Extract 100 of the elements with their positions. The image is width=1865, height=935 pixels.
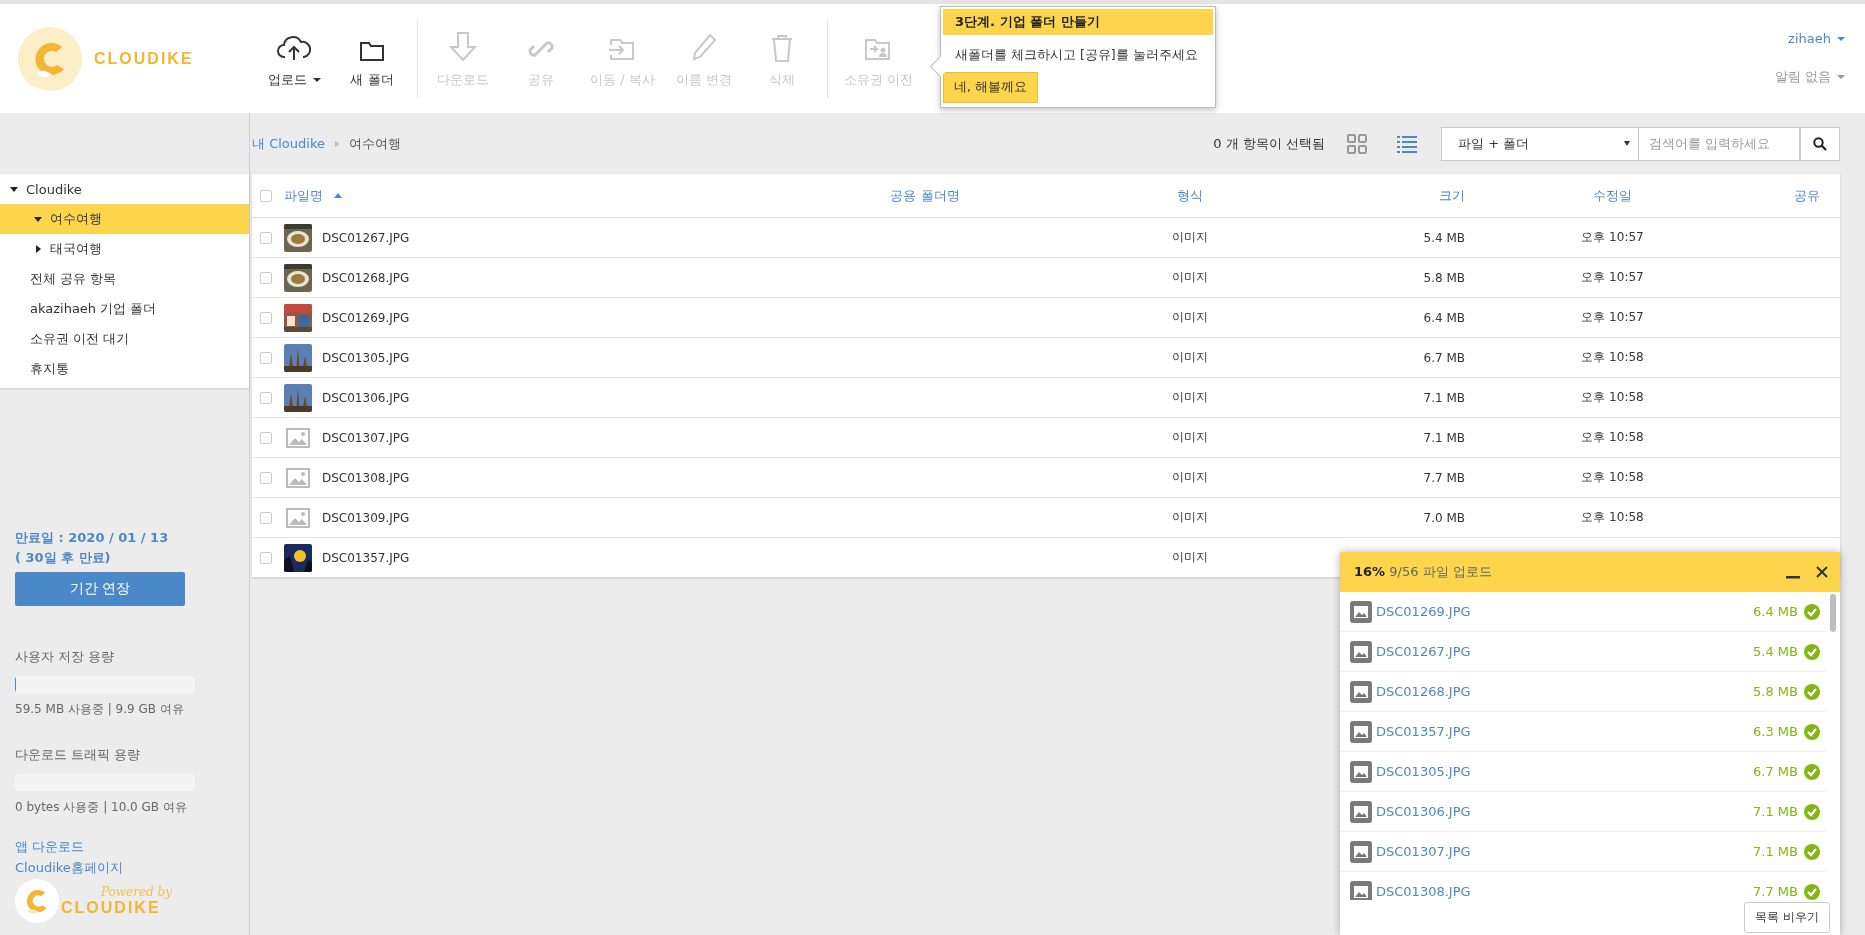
file-link[interactable]: DSC01305.JPG bbox=[1376, 764, 1750, 779]
extend-button[interactable]: 기간 연장 bbox=[15, 572, 185, 606]
user-menu[interactable]: zihaeh bbox=[1788, 31, 1845, 46]
file-link[interactable]: DSC01268.JPG bbox=[1376, 684, 1750, 699]
image-icon bbox=[1350, 840, 1372, 863]
sidebar-item[interactable]: 전체 공유 항목 bbox=[0, 264, 249, 294]
table-cell-text: 이미지 bbox=[1171, 389, 1209, 406]
folder-tree-item[interactable]: 여수여행 bbox=[0, 204, 249, 234]
table-cell-text: 오후 10:57 bbox=[1580, 269, 1645, 286]
notifications-menu[interactable]: 알림 없음 bbox=[1774, 68, 1845, 86]
column-header[interactable]: 수정일 bbox=[1465, 186, 1760, 205]
file-link[interactable]: DSC01308.JPG bbox=[1376, 884, 1750, 899]
scrollbar[interactable] bbox=[1830, 594, 1836, 632]
table-cell-text: 7.0 MB bbox=[1422, 510, 1465, 525]
checkbox[interactable] bbox=[260, 431, 272, 444]
file-size: 7.1 MB bbox=[1753, 804, 1798, 819]
table-cell-text: 이미지 bbox=[1171, 229, 1209, 246]
table-cell-text: 6.4 MB bbox=[1422, 310, 1465, 325]
breadcrumb-link[interactable]: 내 Cloudike bbox=[252, 134, 325, 153]
tooltip-text: 새폴더를 체크하시고 [공유]를 눌러주세요 bbox=[954, 46, 1199, 64]
file-name[interactable]: DSC01309.JPG bbox=[322, 510, 410, 525]
file-name[interactable]: DSC01269.JPG bbox=[322, 310, 410, 325]
table-cell-text: 이미지 bbox=[1171, 429, 1209, 446]
checkbox[interactable] bbox=[260, 271, 272, 284]
logo-text: CLOUDIKE bbox=[61, 899, 161, 917]
image-icon bbox=[1350, 680, 1372, 703]
logo-icon bbox=[15, 879, 59, 923]
table-cell-text: 7.1 MB bbox=[1422, 390, 1465, 405]
tooltip-button[interactable]: 네, 해볼께요 bbox=[943, 72, 1038, 103]
close-icon[interactable] bbox=[1816, 566, 1828, 578]
file-name[interactable]: DSC01307.JPG bbox=[322, 430, 410, 445]
toolbar-button[interactable]: 업로드 bbox=[255, 28, 333, 89]
table-cell-text: 이미지 bbox=[1171, 269, 1209, 286]
logo-text: CLOUDIKE bbox=[94, 49, 194, 68]
checkbox[interactable] bbox=[260, 511, 272, 524]
table-cell-text: 이미지 bbox=[1171, 349, 1209, 366]
file-size: 7.7 MB bbox=[1753, 884, 1798, 899]
file-name[interactable]: DSC01268.JPG bbox=[322, 270, 410, 285]
checkbox[interactable] bbox=[260, 231, 272, 244]
file-size: 6.4 MB bbox=[1753, 604, 1798, 619]
file-name[interactable]: DSC01357.JPG bbox=[322, 550, 410, 565]
sidebar-item[interactable]: akazihaeh 기업 폴더 bbox=[0, 294, 249, 324]
image-icon bbox=[1350, 720, 1372, 743]
toolbar-button[interactable]: 새 폴더 bbox=[333, 28, 411, 89]
caret-icon[interactable] bbox=[312, 77, 321, 82]
breadcrumb-current: 여수여행 bbox=[348, 134, 401, 153]
file-name[interactable]: DSC01305.JPG bbox=[322, 350, 410, 365]
sort-icon[interactable] bbox=[334, 193, 342, 198]
image-icon bbox=[1350, 760, 1372, 783]
tooltip-title: 3단계. 기업 폴더 만들기 bbox=[943, 9, 1213, 35]
table-cell-text: 오후 10:58 bbox=[1580, 389, 1645, 406]
file-link[interactable]: DSC01307.JPG bbox=[1376, 844, 1750, 859]
table-cell-text: 오후 10:58 bbox=[1580, 349, 1645, 366]
checkbox[interactable] bbox=[260, 351, 272, 364]
table-cell-text: 오후 10:57 bbox=[1580, 309, 1645, 326]
search-icon[interactable] bbox=[1813, 136, 1827, 151]
image-icon bbox=[1350, 800, 1372, 823]
clear-list-button[interactable]: 목록 비우기 bbox=[1744, 902, 1830, 933]
powered-by-text: Powered by bbox=[101, 885, 172, 899]
meter-reading: 59.5 MB 사용중 | 9.9 GB 여유 bbox=[15, 701, 185, 718]
upload-status: 16% 9/56 파일 업로드 bbox=[1354, 563, 1493, 581]
image-icon bbox=[1350, 600, 1372, 623]
column-header[interactable]: 공유 bbox=[1760, 186, 1840, 205]
column-header[interactable]: 공용 폴더명 bbox=[700, 186, 1150, 205]
sidebar-link[interactable]: Cloudike홈페이지 bbox=[15, 859, 234, 877]
meter-title: 사용자 저장 용량 bbox=[15, 648, 116, 666]
file-size: 7.1 MB bbox=[1753, 844, 1798, 859]
checkbox[interactable] bbox=[260, 551, 272, 564]
checkbox[interactable] bbox=[260, 391, 272, 404]
search-field[interactable]: 검색어를 입력하세요 bbox=[1639, 126, 1800, 161]
checkbox[interactable] bbox=[260, 471, 272, 484]
table-cell-text: 오후 10:58 bbox=[1580, 429, 1645, 446]
column-header[interactable]: 크기 bbox=[1230, 186, 1465, 205]
sidebar-item[interactable]: 휴지통 bbox=[0, 354, 249, 384]
file-name[interactable]: DSC01267.JPG bbox=[322, 230, 410, 245]
image-icon bbox=[1350, 640, 1372, 663]
column-header[interactable]: 파일명 bbox=[282, 186, 700, 205]
table-cell-text: 5.4 MB bbox=[1422, 230, 1465, 245]
sidebar-item[interactable]: 소유권 이전 대기 bbox=[0, 324, 249, 354]
file-link[interactable]: DSC01269.JPG bbox=[1376, 604, 1750, 619]
checkbox[interactable] bbox=[260, 311, 272, 324]
folder-tree-item[interactable]: Cloudike bbox=[0, 174, 249, 204]
file-link[interactable]: DSC01357.JPG bbox=[1376, 724, 1750, 739]
file-link[interactable]: DSC01267.JPG bbox=[1376, 644, 1750, 659]
image-icon bbox=[1350, 880, 1372, 900]
table-cell-text: 이미지 bbox=[1171, 469, 1209, 486]
table-cell-text: 5.8 MB bbox=[1422, 270, 1465, 285]
file-type-select[interactable]: 파일 + 폴더 bbox=[1441, 126, 1639, 161]
file-link[interactable]: DSC01306.JPG bbox=[1376, 804, 1750, 819]
folder-tree-item[interactable]: 태국여행 bbox=[0, 234, 249, 264]
table-cell-text: 이미지 bbox=[1171, 309, 1209, 326]
table-cell-text: 이미지 bbox=[1171, 549, 1209, 566]
file-size: 5.4 MB bbox=[1753, 644, 1798, 659]
table-cell-text: 오후 10:57 bbox=[1580, 229, 1645, 246]
file-name[interactable]: DSC01306.JPG bbox=[322, 390, 410, 405]
column-header[interactable]: 형식 bbox=[1150, 186, 1230, 205]
checkbox[interactable] bbox=[260, 189, 272, 202]
file-name[interactable]: DSC01308.JPG bbox=[322, 470, 410, 485]
search-button[interactable] bbox=[1800, 126, 1840, 161]
sidebar-link[interactable]: 앱 다운로드 bbox=[15, 838, 234, 856]
